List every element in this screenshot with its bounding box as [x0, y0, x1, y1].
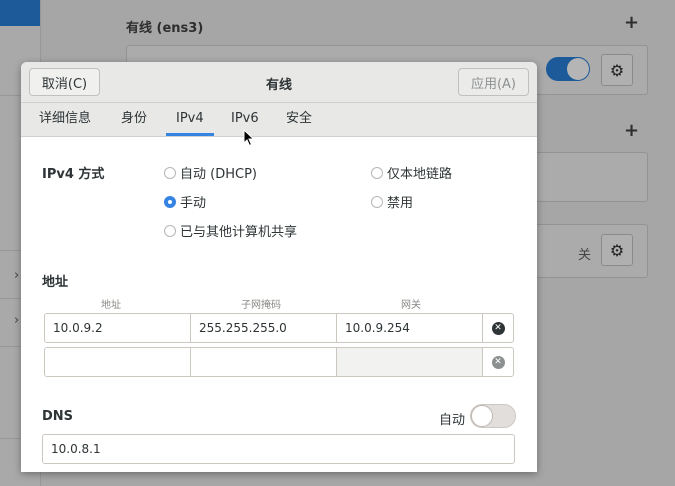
tab-bar: 详细信息 身份 IPv4 IPv6 安全 [21, 103, 537, 137]
background-wired-toggle [546, 57, 590, 81]
wired-settings-dialog: 取消(C) 有线 应用(A) 详细信息 身份 IPv4 IPv6 安全 IPv4… [21, 62, 537, 472]
gear-icon: ⚙ [601, 54, 633, 86]
add-connection-icon: + [624, 12, 640, 33]
radio-unchecked-icon [371, 195, 383, 208]
tab-security[interactable]: 安全 [286, 103, 312, 136]
address-section-title: 地址 [42, 275, 69, 290]
gateway-field[interactable] [337, 348, 483, 376]
tab-identity[interactable]: 身份 [121, 103, 147, 136]
mouse-cursor-icon [243, 129, 255, 147]
radio-shared[interactable]: 已与其他计算机共享 [164, 221, 297, 240]
radio-disabled[interactable]: 禁用 [371, 192, 413, 211]
tab-details[interactable]: 详细信息 [39, 103, 91, 136]
background-section-title: 有线 (ens3) [126, 21, 204, 36]
radio-link-local-label: 仅本地链路 [387, 167, 453, 182]
ipv4-method-label: IPv4 方式 [42, 167, 105, 182]
radio-auto-dhcp-label: 自动 (DHCP) [180, 167, 257, 182]
column-header-gateway: 网关 [401, 300, 421, 311]
dns-auto-label: 自动 [439, 413, 466, 428]
column-header-address: 地址 [101, 300, 121, 311]
background-off-label: 关 [578, 248, 592, 263]
close-circle-icon: ✕ [491, 355, 505, 369]
address-row: 10.0.9.2 255.255.255.0 10.0.9.254 ✕ [44, 313, 514, 343]
delete-address-button[interactable]: ✕ [483, 348, 513, 376]
radio-unchecked-icon [371, 166, 383, 179]
radio-unchecked-icon [164, 166, 176, 179]
gateway-field[interactable]: 10.0.9.254 [337, 314, 483, 342]
radio-manual[interactable]: 手动 [164, 192, 206, 211]
chevron-right-icon: › [14, 268, 20, 283]
column-header-netmask: 子网掩码 [241, 300, 281, 311]
netmask-field[interactable]: 255.255.255.0 [191, 314, 337, 342]
dns-auto-switch[interactable] [470, 404, 516, 428]
radio-checked-icon [164, 195, 176, 208]
radio-disabled-label: 禁用 [387, 196, 414, 211]
delete-address-button[interactable]: ✕ [483, 314, 513, 342]
sidebar-selected-item [0, 0, 40, 26]
radio-link-local[interactable]: 仅本地链路 [371, 163, 452, 182]
address-row: ✕ [44, 347, 514, 377]
dns-label: DNS [42, 409, 74, 424]
close-circle-icon: ✕ [491, 321, 505, 335]
radio-manual-label: 手动 [180, 196, 207, 211]
radio-shared-label: 已与其他计算机共享 [180, 225, 298, 240]
gear-icon: ⚙ [601, 234, 633, 266]
tab-ipv4[interactable]: IPv4 [166, 103, 214, 136]
netmask-field[interactable] [191, 348, 337, 376]
apply-button[interactable]: 应用(A) [458, 68, 529, 96]
add-vpn-icon: + [624, 120, 640, 141]
dialog-titlebar: 取消(C) 有线 应用(A) [21, 62, 537, 103]
address-field[interactable] [45, 348, 191, 376]
radio-auto-dhcp[interactable]: 自动 (DHCP) [164, 163, 257, 182]
chevron-right-icon: › [14, 313, 20, 328]
address-field[interactable]: 10.0.9.2 [45, 314, 191, 342]
dns-input[interactable]: 10.0.8.1 [42, 434, 515, 464]
radio-unchecked-icon [164, 224, 176, 237]
